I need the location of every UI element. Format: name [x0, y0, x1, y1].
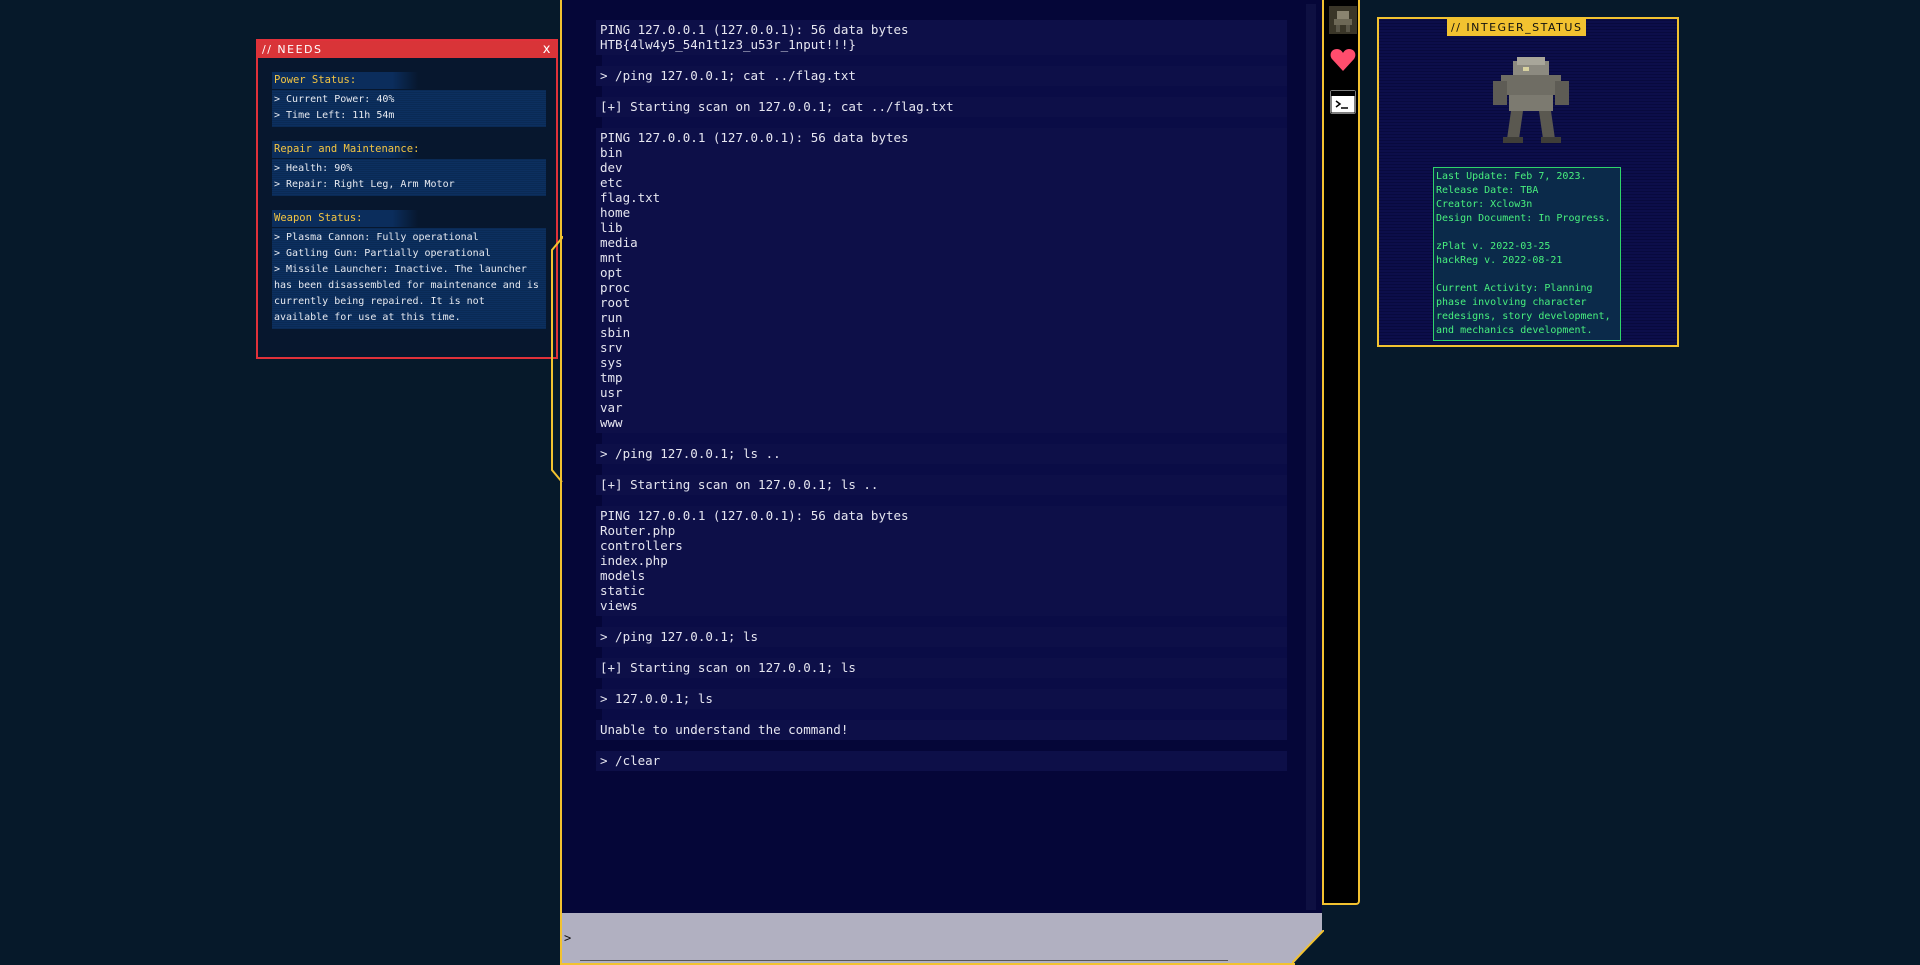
integer-status-panel: // INTEGER_STATUS Last Update: Feb 7, 20… — [1377, 17, 1679, 347]
needs-sections: Power Status: > Current Power: 40% > Time … — [258, 72, 556, 329]
frame-corner — [1292, 930, 1324, 965]
needs-line: > Time Left: 11h 54m — [274, 110, 395, 121]
log-command: > /clear — [596, 751, 1287, 771]
needs-section-heading: Repair and Maintenance: — [272, 141, 444, 158]
input-underline — [580, 960, 1228, 961]
prompt-symbol: > — [564, 931, 572, 945]
status-info-line — [1436, 268, 1618, 282]
terminal-icon[interactable] — [1330, 90, 1356, 114]
status-title: // INTEGER_STATUS — [1447, 19, 1587, 36]
status-info-line: zPlat v. 2022-03-25 — [1436, 241, 1551, 252]
mech-robot-image — [1493, 57, 1569, 143]
needs-header: // NEEDS x — [258, 41, 556, 58]
status-info-line: hackReg v. 2022-08-21 — [1436, 255, 1563, 266]
needs-section: Repair and Maintenance: > Health: 90% > Re… — [272, 141, 546, 196]
needs-section: Power Status: > Current Power: 40% > Time … — [272, 72, 546, 127]
needs-line: > Repair: Right Leg, Arm Motor — [274, 179, 455, 190]
log-command: [+] Starting scan on 127.0.0.1; cat ../f… — [596, 97, 1287, 117]
log-command: > 127.0.0.1; ls — [596, 689, 1287, 709]
log-command: > /ping 127.0.0.1; cat ../flag.txt — [596, 66, 1287, 86]
log-output: PING 127.0.0.1 (127.0.0.1): 56 data byte… — [596, 506, 1287, 616]
needs-section-heading: Weapon Status: — [272, 210, 444, 227]
needs-panel: // NEEDS x Power Status: > Current Power:… — [256, 39, 558, 359]
command-input[interactable] — [578, 923, 1202, 953]
avatar-icon[interactable] — [1329, 6, 1357, 34]
needs-section-heading: Power Status: — [272, 72, 444, 89]
status-info-line: Last Update: Feb 7, 2023. — [1436, 171, 1587, 182]
command-input-bar[interactable]: > — [562, 913, 1322, 965]
log-command: Unable to understand the command! — [596, 720, 1287, 740]
log-output: PING 127.0.0.1 (127.0.0.1): 56 data byte… — [596, 128, 1287, 433]
terminal-log: PING 127.0.0.1 (127.0.0.1): 56 data byte… — [596, 20, 1287, 782]
status-info-line: Design Document: In Progress. — [1436, 213, 1611, 224]
needs-section-box: > Current Power: 40% > Time Left: 11h 54m — [272, 90, 546, 127]
needs-title: // NEEDS — [262, 43, 323, 56]
status-info-line: Release Date: TBA — [1436, 185, 1539, 196]
needs-line: > Missile Launcher: Inactive. The launch… — [274, 264, 539, 323]
status-info-box: Last Update: Feb 7, 2023. Release Date: T… — [1433, 167, 1621, 341]
needs-section: Weapon Status: > Plasma Cannon: Fully ope… — [272, 210, 546, 329]
log-command: [+] Starting scan on 127.0.0.1; ls — [596, 658, 1287, 678]
frame-notch — [551, 236, 563, 483]
icon-sidebar — [1322, 0, 1360, 905]
needs-line: > Plasma Cannon: Fully operational — [274, 232, 479, 243]
needs-section-box: > Plasma Cannon: Fully operational > Gatl… — [272, 228, 546, 329]
needs-line: > Health: 90% — [274, 163, 353, 174]
close-icon[interactable]: x — [543, 41, 552, 58]
status-info-line: Creator: Xclow3n — [1436, 199, 1533, 210]
needs-section-box: > Health: 90% > Repair: Right Leg, Arm Mo… — [272, 159, 546, 196]
log-command: > /ping 127.0.0.1; ls — [596, 627, 1287, 647]
log-command: > /ping 127.0.0.1; ls .. — [596, 444, 1287, 464]
log-command: [+] Starting scan on 127.0.0.1; ls .. — [596, 475, 1287, 495]
log-output: PING 127.0.0.1 (127.0.0.1): 56 data byte… — [596, 20, 1287, 55]
heart-icon[interactable] — [1329, 46, 1357, 74]
status-info-line: Current Activity: Planning phase involvi… — [1436, 283, 1611, 336]
scrollbar[interactable] — [1306, 4, 1316, 910]
status-info-line — [1436, 226, 1618, 240]
needs-line: > Gatling Gun: Partially operational — [274, 248, 491, 259]
needs-line: > Current Power: 40% — [274, 94, 395, 105]
